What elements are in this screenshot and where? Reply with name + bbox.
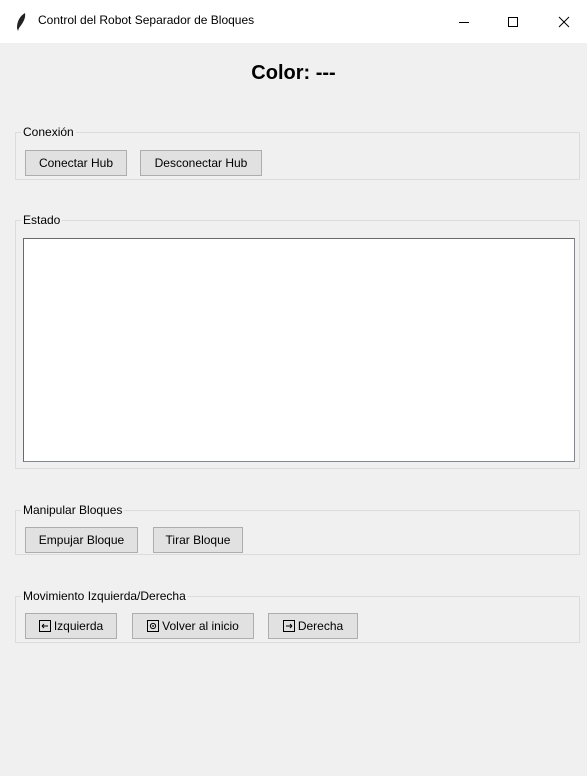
arrow-left-icon [38,620,51,632]
connection-group: Conexión Conectar Hub Desconectar Hub [15,124,580,180]
app-window: Control del Robot Separador de Bloques C… [0,0,587,776]
close-icon [558,16,570,28]
manipulate-group: Manipular Bloques Empujar Bloque Tirar B… [15,502,580,555]
status-log[interactable] [23,238,575,462]
maximize-icon [507,16,519,28]
minimize-button[interactable] [441,0,487,43]
color-readout: Color: --- [251,62,336,84]
move-left-label: Izquierda [53,619,104,633]
manipulate-group-label: Manipular Bloques [21,502,125,518]
connection-group-label: Conexión [21,124,76,140]
disconnect-hub-button[interactable]: Desconectar Hub [140,150,262,176]
home-label: Volver al inicio [162,619,239,633]
move-right-label: Derecha [297,619,344,633]
maximize-button[interactable] [490,0,536,43]
status-group-label: Estado [21,212,63,228]
push-block-button[interactable]: Empujar Bloque [25,527,138,553]
pull-block-button[interactable]: Tirar Bloque [153,527,243,553]
arrow-right-icon [282,620,295,632]
move-right-button[interactable]: Derecha [268,613,358,639]
close-button[interactable] [541,0,587,43]
connect-hub-button[interactable]: Conectar Hub [25,150,127,176]
title-bar[interactable]: Control del Robot Separador de Bloques [0,0,587,43]
status-group: Estado [15,212,580,469]
feather-icon [14,12,28,32]
home-icon [147,620,160,632]
movement-group: Movimiento Izquierda/Derecha Izquierda V… [15,588,580,643]
movement-group-label: Movimiento Izquierda/Derecha [21,588,188,604]
move-left-button[interactable]: Izquierda [25,613,117,639]
home-button[interactable]: Volver al inicio [132,613,254,639]
minimize-icon [458,16,470,28]
window-title: Control del Robot Separador de Bloques [38,13,255,27]
